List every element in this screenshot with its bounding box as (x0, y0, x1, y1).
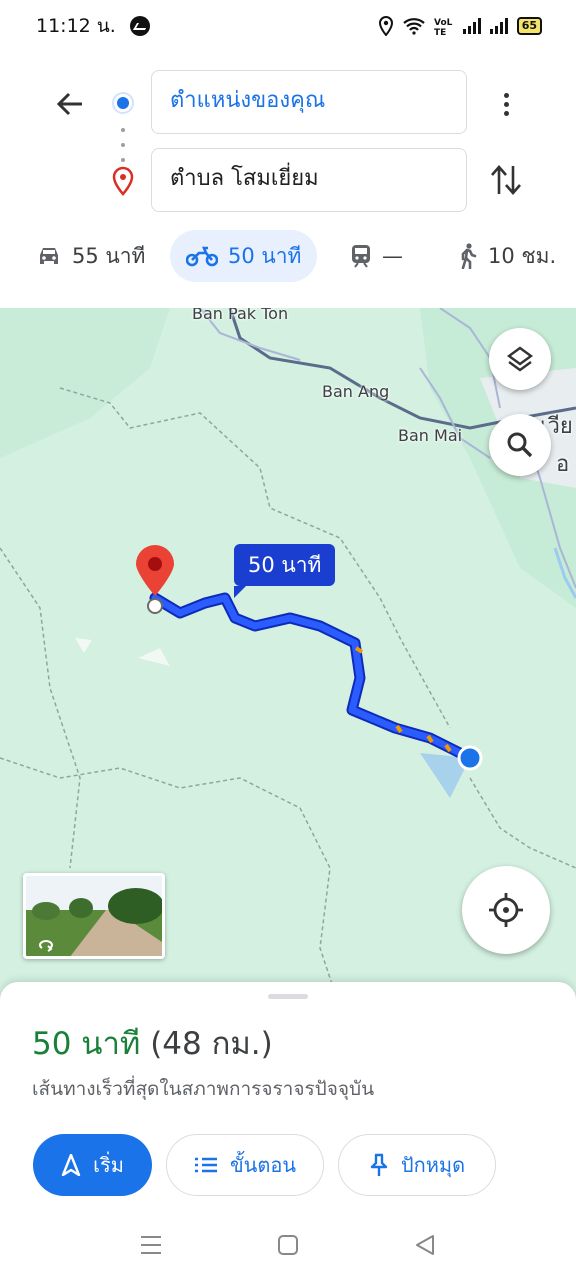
location-icon (378, 16, 393, 36)
origin-dot-icon (114, 94, 132, 112)
directions-header: ตำแหน่งของคุณ ตำบล โสมเยี่ยม 55 นาที 50 … (0, 52, 576, 308)
route-description: เส้นทางเร็วที่สุดในสภาพการจราจรปัจจุบัน (32, 1078, 375, 1100)
mode-motorcycle-label: 50 นาที (228, 243, 302, 268)
swap-icon[interactable] (488, 160, 524, 200)
list-icon (194, 1157, 217, 1173)
signal-icon-2 (489, 18, 508, 34)
route-duration-label[interactable]: 50 นาที (234, 544, 336, 598)
status-bar: 11:12 น. VoL TE 65 (0, 0, 576, 52)
mode-walk-label: 10 ชม. (488, 243, 557, 268)
car-icon (40, 248, 58, 264)
signal-icon (462, 18, 481, 34)
route-sheet: 50 นาที (48 กม.) เส้นทางเร็วที่สุดในสภาพ… (0, 982, 576, 1218)
volte-icon: VoLTE (434, 18, 453, 36)
place-label: Ban Ang (322, 382, 390, 401)
more-options-icon[interactable] (494, 86, 518, 122)
route-summary: 50 นาที (48 กม.) (32, 1018, 273, 1068)
my-location-icon (489, 893, 523, 927)
layers-button[interactable] (489, 328, 551, 390)
map-view[interactable]: Ban Pak Ton Ban Ang Ban Mai เวีย อ 50 นา… (0, 308, 576, 1008)
back-arrow-icon[interactable] (52, 86, 88, 122)
destination-pin-icon (112, 166, 134, 196)
steps-button[interactable]: ขั้นตอน (166, 1134, 324, 1196)
walk-icon (461, 243, 477, 269)
mode-car[interactable]: 55 นาที (36, 230, 145, 282)
system-nav-bar (0, 1218, 576, 1280)
navigation-arrow-icon (61, 1154, 81, 1176)
transit-icon (352, 245, 370, 268)
destination-field[interactable]: ตำบล โสมเยี่ยม (151, 148, 467, 212)
route-duration: 50 นาที (32, 1026, 141, 1062)
route-distance: (48 กม.) (150, 1026, 273, 1062)
mode-walk[interactable]: 10 ชม. (458, 230, 556, 282)
messenger-icon (129, 16, 150, 36)
place-label: Ban Mai (398, 426, 463, 445)
pin-button-label: ปักหมุด (400, 1153, 466, 1177)
pin-button[interactable]: ปักหมุด (338, 1134, 496, 1196)
pin-icon (370, 1153, 388, 1176)
layers-icon (506, 346, 534, 372)
travel-modes: 55 นาที 50 นาที — 10 ชม. (0, 230, 576, 284)
start-button-label: เริ่ม (93, 1153, 124, 1177)
start-button[interactable]: เริ่ม (33, 1134, 152, 1196)
my-location-button[interactable] (462, 866, 550, 954)
status-time: 11:12 น. (36, 15, 116, 37)
search-icon (507, 432, 533, 458)
street-view-image (26, 876, 162, 956)
svg-text:VoL: VoL (434, 18, 453, 28)
menu-icon[interactable] (140, 1234, 162, 1256)
motorcycle-icon (186, 246, 218, 267)
home-icon[interactable] (277, 1234, 299, 1256)
search-button[interactable] (489, 414, 551, 476)
mode-motorcycle[interactable]: 50 นาที (170, 230, 318, 282)
street-view-thumbnail[interactable] (23, 873, 165, 959)
route-dots-icon (121, 128, 125, 162)
mode-car-label: 55 นาที (72, 243, 146, 268)
status-icons: VoL TE 65 (378, 16, 542, 36)
battery-icon: 65 (516, 17, 542, 35)
steps-button-label: ขั้นตอน (229, 1153, 296, 1177)
wifi-icon (402, 18, 425, 35)
place-label: อ (556, 452, 570, 477)
origin-field[interactable]: ตำแหน่งของคุณ (151, 70, 467, 134)
mode-transit-label: — (382, 244, 403, 268)
place-label: Ban Pak Ton (192, 308, 289, 323)
mode-transit[interactable]: — (350, 230, 403, 282)
svg-text:TE: TE (434, 28, 446, 36)
drag-handle[interactable] (268, 994, 308, 999)
back-icon[interactable] (414, 1234, 436, 1256)
